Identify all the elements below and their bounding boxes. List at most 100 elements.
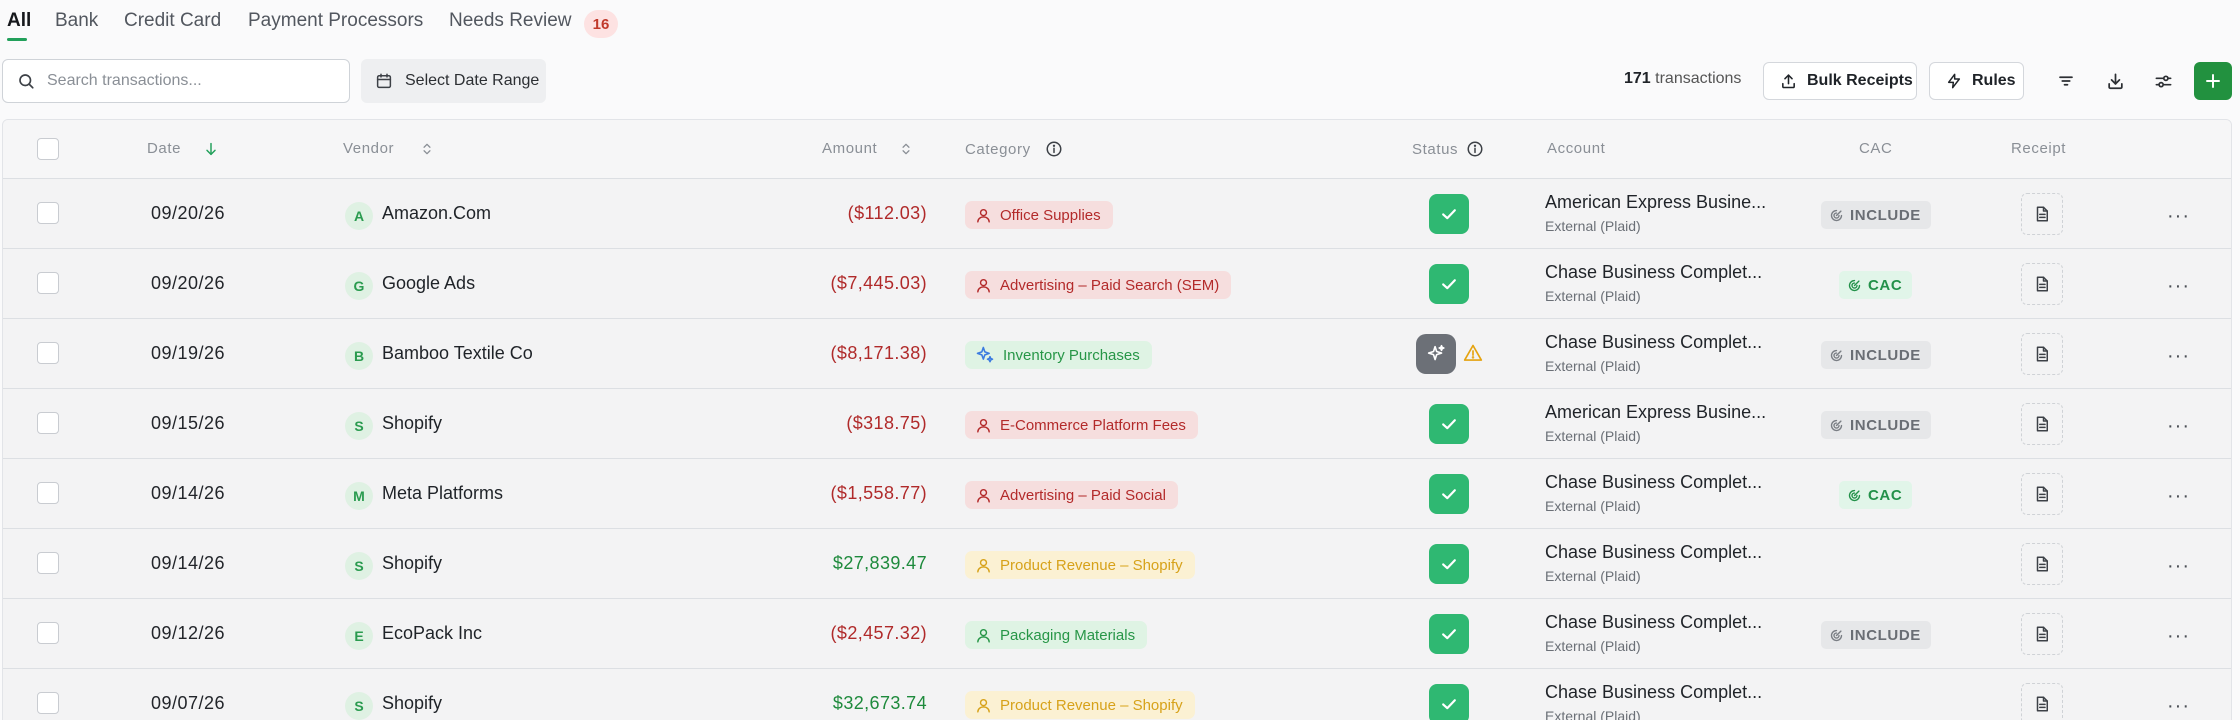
row-vendor[interactable]: Shopify — [382, 553, 442, 574]
table-row[interactable]: 09/20/26 A Amazon.Com ($112.03) Office S… — [3, 179, 2231, 249]
category-label: Product Revenue – Shopify — [1000, 696, 1183, 714]
upload-icon — [1782, 73, 1795, 88]
category-pill[interactable]: Packaging Materials — [965, 621, 1148, 649]
more-options-icon[interactable]: ··· — [2167, 625, 2190, 648]
column-header-vendor[interactable]: Vendor — [343, 140, 434, 157]
category-pill[interactable]: Advertising – Paid Social — [965, 481, 1178, 509]
more-options-icon[interactable]: ··· — [2167, 415, 2190, 438]
column-settings-button[interactable] — [2146, 64, 2180, 98]
filter-button[interactable] — [2049, 64, 2083, 98]
tab-bank[interactable]: Bank — [55, 10, 98, 32]
row-checkbox[interactable] — [37, 202, 59, 224]
date-range-button[interactable]: Select Date Range — [361, 59, 546, 103]
category-pill[interactable]: Product Revenue – Shopify — [965, 551, 1195, 579]
column-header-amount[interactable]: Amount — [822, 140, 913, 157]
category-pill[interactable]: Inventory Purchases — [965, 341, 1152, 369]
upload-receipt-button[interactable] — [2021, 683, 2063, 720]
cac-include-badge[interactable]: INCLUDE — [1821, 621, 1931, 649]
cac-badge[interactable]: CAC — [1839, 271, 1913, 299]
account-name: Chase Business Complet... — [1545, 612, 1763, 632]
row-amount: $27,839.47 — [832, 553, 927, 573]
account-source: External (Plaid) — [1545, 568, 1641, 584]
row-vendor[interactable]: Amazon.Com — [382, 203, 491, 224]
cac-badge[interactable]: CAC — [1839, 481, 1913, 509]
select-all-checkbox[interactable] — [37, 138, 59, 160]
add-transaction-button[interactable] — [2194, 62, 2232, 100]
document-icon — [2036, 276, 2048, 292]
rules-button[interactable]: Rules — [1929, 62, 2024, 100]
category-label: Product Revenue – Shopify — [1000, 556, 1183, 574]
row-vendor[interactable]: Meta Platforms — [382, 483, 503, 504]
status-reviewed-button[interactable] — [1429, 544, 1469, 584]
bulk-receipts-label: Bulk Receipts — [1807, 72, 1913, 89]
row-checkbox[interactable] — [37, 342, 59, 364]
row-vendor[interactable]: Shopify — [382, 413, 442, 434]
more-options-icon[interactable]: ··· — [2167, 275, 2190, 298]
more-options-icon[interactable]: ··· — [2167, 485, 2190, 508]
row-checkbox[interactable] — [37, 552, 59, 574]
category-label: Office Supplies — [1000, 206, 1101, 224]
more-options-icon[interactable]: ··· — [2167, 345, 2190, 368]
row-checkbox[interactable] — [37, 272, 59, 294]
row-vendor[interactable]: Bamboo Textile Co — [382, 343, 533, 364]
category-pill[interactable]: Office Supplies — [965, 201, 1113, 229]
status-reviewed-button[interactable] — [1429, 194, 1469, 234]
row-vendor[interactable]: Google Ads — [382, 273, 475, 294]
tab-all[interactable]: All — [7, 10, 31, 32]
row-checkbox[interactable] — [37, 622, 59, 644]
table-row[interactable]: 09/19/26 B Bamboo Textile Co ($8,171.38)… — [3, 319, 2231, 389]
cac-include-badge[interactable]: INCLUDE — [1821, 341, 1931, 369]
info-icon[interactable] — [1045, 140, 1063, 158]
cac-label: INCLUDE — [1850, 206, 1921, 224]
search-input[interactable] — [47, 72, 327, 90]
document-icon — [2036, 626, 2048, 642]
status-reviewed-button[interactable] — [1429, 474, 1469, 514]
bulk-receipts-button[interactable]: Bulk Receipts — [1763, 62, 1917, 100]
table-row[interactable]: 09/14/26 S Shopify $27,839.47 Product Re… — [3, 529, 2231, 599]
target-icon — [1848, 489, 1861, 501]
tab-credit-card[interactable]: Credit Card — [124, 10, 221, 32]
row-checkbox[interactable] — [37, 412, 59, 434]
table-row[interactable]: 09/12/26 E EcoPack Inc ($2,457.32) Packa… — [3, 599, 2231, 669]
transactions-count-number: 171 — [1624, 70, 1651, 87]
row-amount: ($8,171.38) — [830, 343, 927, 363]
row-checkbox[interactable] — [37, 482, 59, 504]
row-vendor[interactable]: EcoPack Inc — [382, 623, 482, 644]
category-pill[interactable]: E-Commerce Platform Fees — [965, 411, 1198, 439]
row-amount: ($1,558.77) — [830, 483, 927, 503]
status-reviewed-button[interactable] — [1429, 404, 1469, 444]
upload-receipt-button[interactable] — [2021, 333, 2063, 375]
tab-payment-processors[interactable]: Payment Processors — [248, 10, 423, 32]
table-row[interactable]: 09/15/26 S Shopify ($318.75) E-Commerce … — [3, 389, 2231, 459]
more-options-icon[interactable]: ··· — [2167, 205, 2190, 228]
upload-receipt-button[interactable] — [2021, 403, 2063, 445]
cac-include-badge[interactable]: INCLUDE — [1821, 201, 1931, 229]
row-vendor[interactable]: Shopify — [382, 693, 442, 714]
download-button[interactable] — [2098, 64, 2132, 98]
upload-receipt-button[interactable] — [2021, 613, 2063, 655]
table-row[interactable]: 09/14/26 M Meta Platforms ($1,558.77) Ad… — [3, 459, 2231, 529]
info-icon[interactable] — [1466, 140, 1484, 158]
vendor-avatar: S — [345, 552, 373, 580]
cac-include-badge[interactable]: INCLUDE — [1821, 411, 1931, 439]
search-box[interactable] — [2, 59, 350, 103]
category-pill[interactable]: Product Revenue – Shopify — [965, 691, 1195, 719]
upload-receipt-button[interactable] — [2021, 473, 2063, 515]
table-row[interactable]: 09/20/26 G Google Ads ($7,445.03) Advert… — [3, 249, 2231, 319]
upload-receipt-button[interactable] — [2021, 193, 2063, 235]
document-icon — [2036, 486, 2048, 502]
row-checkbox[interactable] — [37, 692, 59, 714]
upload-receipt-button[interactable] — [2021, 543, 2063, 585]
status-ai-suggested-button[interactable] — [1416, 334, 1456, 374]
status-reviewed-button[interactable] — [1429, 264, 1469, 304]
more-options-icon[interactable]: ··· — [2167, 695, 2190, 718]
upload-receipt-button[interactable] — [2021, 263, 2063, 305]
tab-needs-review[interactable]: Needs Review — [449, 10, 572, 32]
status-reviewed-button[interactable] — [1429, 684, 1469, 720]
status-reviewed-button[interactable] — [1429, 614, 1469, 654]
column-header-date[interactable]: Date — [147, 140, 219, 157]
more-options-icon[interactable]: ··· — [2167, 555, 2190, 578]
table-row[interactable]: 09/07/26 S Shopify $32,673.74 Product Re… — [3, 669, 2231, 720]
search-icon — [19, 74, 34, 89]
category-pill[interactable]: Advertising – Paid Search (SEM) — [965, 271, 1232, 299]
